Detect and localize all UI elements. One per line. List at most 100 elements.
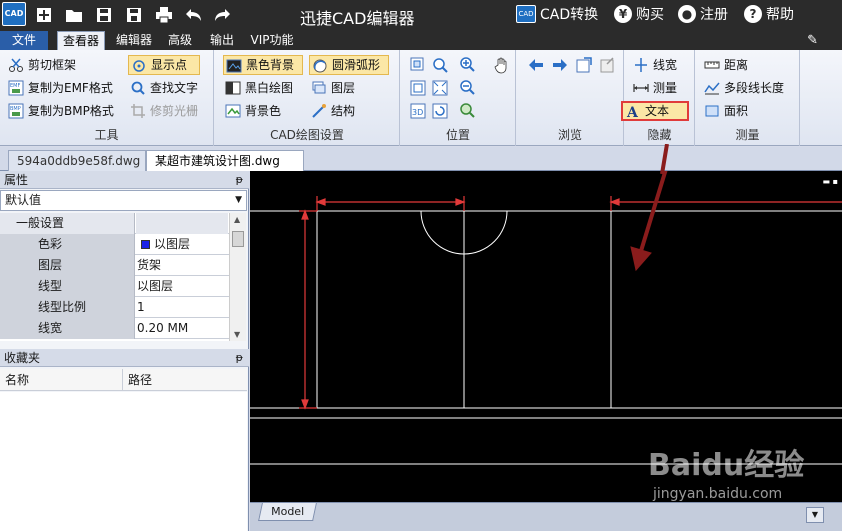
zoom-previous-icon[interactable] (459, 102, 477, 120)
line-width-button[interactable]: 线宽 (631, 55, 677, 75)
open-folder-icon[interactable] (64, 5, 84, 25)
svg-text:A: A (626, 105, 639, 119)
help-label: 帮助 (766, 7, 794, 23)
background-color-button[interactable]: 背景色 (223, 101, 281, 121)
doc-tab-1-label: 594a0ddb9e58f.dwg (17, 154, 141, 168)
property-value[interactable]: 以图层 (137, 234, 229, 255)
new-file-icon[interactable] (34, 5, 54, 25)
tab-file[interactable]: 文件 (0, 31, 48, 50)
doc-tab-1[interactable]: 594a0ddb9e58f.dwg (8, 150, 146, 171)
properties-dropdown[interactable]: 默认值 ▼ (0, 190, 247, 211)
distance-button[interactable]: 距离 (702, 55, 748, 75)
canvas-resize-icon[interactable]: ▬ ▪ (822, 177, 838, 186)
register-button[interactable]: ● 注册 (678, 5, 728, 25)
title-bar: CAD 迅捷CAD编辑器 CAD CAD转换 ¥ 购买 ● 注册 ? 帮助 (0, 0, 842, 31)
app-logo-icon: CAD (2, 2, 26, 26)
tab-vip[interactable]: VIP功能 (246, 31, 298, 50)
pan-hand-icon[interactable] (493, 56, 511, 74)
arrow-right-icon[interactable] (551, 56, 569, 74)
area-button[interactable]: 面积 (702, 101, 748, 121)
show-points-label: 显示点 (151, 58, 188, 72)
color-swatch (141, 240, 150, 249)
copy-bmp-button[interactable]: BMP 复制为BMP格式 (6, 101, 114, 121)
fit-window-icon[interactable] (431, 79, 449, 97)
tab-advanced[interactable]: 高级 (162, 31, 198, 50)
zoom-out-icon[interactable] (459, 79, 477, 97)
document-tab-bar: 594a0ddb9e58f.dwg 某超市建筑设计图.dwg✕ (0, 147, 842, 189)
pen-icon[interactable]: ✎ (807, 33, 818, 48)
tab-editor[interactable]: 编辑器 (110, 31, 158, 50)
column-path[interactable]: 路径 (128, 369, 152, 391)
tab-model[interactable]: Model (258, 503, 317, 521)
property-value[interactable]: 以图层 (137, 276, 229, 297)
structure-label: 结构 (331, 104, 356, 118)
column-name[interactable]: 名称 (5, 369, 29, 391)
help-button[interactable]: ? 帮助 (744, 5, 794, 25)
property-value[interactable]: 0.20 MM (137, 318, 229, 339)
scroll-thumb[interactable] (232, 231, 244, 247)
property-value[interactable]: 1 (137, 297, 229, 318)
buy-label: 购买 (636, 7, 664, 23)
bw-drawing-button[interactable]: 黑白绘图 (223, 78, 293, 98)
svg-text:3D: 3D (412, 108, 423, 117)
property-value[interactable]: 货架 (137, 255, 229, 276)
favorites-list[interactable] (0, 392, 247, 531)
column-divider[interactable] (122, 369, 123, 391)
export-page-icon[interactable] (599, 56, 617, 74)
dimension-arrow (455, 198, 466, 206)
clip-frame-button[interactable]: 剪切框架 (6, 55, 76, 75)
scroll-down-icon[interactable]: ▼ (234, 330, 240, 339)
pin-icon[interactable]: ᵽ (236, 171, 243, 189)
property-row[interactable]: 图层 货架 (0, 255, 229, 276)
ruler-icon (704, 61, 720, 69)
save-as-icon[interactable] (124, 5, 144, 25)
cad-convert-button[interactable]: CAD CAD转换 (516, 5, 598, 25)
buy-button[interactable]: ¥ 购买 (614, 5, 664, 25)
polyline-length-button[interactable]: 多段线长度 (702, 78, 784, 98)
text-toggle-button[interactable]: A 文本 (621, 101, 689, 121)
zoom-extent-icon[interactable] (431, 56, 449, 74)
doc-tab-2[interactable]: 某超市建筑设计图.dwg✕ (146, 150, 304, 189)
property-row[interactable]: 线型比例 1 (0, 297, 229, 318)
print-icon[interactable] (154, 5, 174, 25)
text-a-icon: A (626, 105, 639, 119)
property-row[interactable]: 线型 以图层 (0, 276, 229, 297)
rotate-view-icon[interactable] (431, 102, 449, 120)
group-row[interactable]: − 一般设置 (0, 213, 229, 234)
undo-icon[interactable] (184, 5, 204, 25)
rotate-page-icon[interactable] (575, 56, 593, 74)
save-icon[interactable] (94, 5, 114, 25)
user-icon: ● (678, 5, 696, 23)
redo-icon[interactable] (212, 5, 232, 25)
layers-button[interactable]: 图层 (309, 78, 355, 98)
show-points-button[interactable]: 显示点 (128, 55, 200, 75)
copy-emf-button[interactable]: EMF 复制为EMF格式 (6, 78, 113, 98)
arrow-left-icon[interactable] (527, 56, 545, 74)
tab-output[interactable]: 输出 (204, 31, 240, 50)
tab-viewer[interactable]: 查看器 (57, 31, 105, 50)
favorites-title: 收藏夹 (4, 351, 41, 365)
smooth-arc-button[interactable]: 圆滑弧形 (309, 55, 389, 75)
pin-icon[interactable]: ᵽ (236, 349, 243, 367)
annotation-arrow (630, 171, 668, 272)
line-width-label: 线宽 (653, 58, 678, 72)
fit-drawing-icon[interactable] (409, 79, 427, 97)
area-icon (705, 105, 719, 117)
zoom-in-icon[interactable] (459, 56, 477, 74)
doc-tab-2-label: 某超市建筑设计图.dwg (155, 154, 280, 168)
trim-raster-button[interactable]: 修剪光栅 (128, 101, 198, 121)
hide-measure-button[interactable]: 测量 (631, 78, 677, 98)
scroll-up-icon[interactable]: ▲ (234, 215, 240, 224)
scissors-icon (9, 58, 23, 72)
window-zoom-icon[interactable] (409, 56, 427, 74)
properties-scrollbar[interactable]: ▲ ▼ (229, 213, 246, 341)
find-text-button[interactable]: 查找文字 (128, 78, 198, 98)
black-background-button[interactable]: 黑色背景 (223, 55, 303, 75)
layers-label: 图层 (331, 81, 356, 95)
property-row[interactable]: 色彩 以图层 (0, 234, 229, 255)
3d-orbit-icon[interactable]: 3D (409, 102, 427, 120)
property-row[interactable]: 线宽 0.20 MM (0, 318, 229, 339)
ribbon: 剪切框架 EMF 复制为EMF格式 BMP 复制为BMP格式 显示点 查找文字 … (0, 50, 842, 146)
structure-button[interactable]: 结构 (309, 101, 355, 121)
distance-label: 距离 (724, 58, 749, 72)
